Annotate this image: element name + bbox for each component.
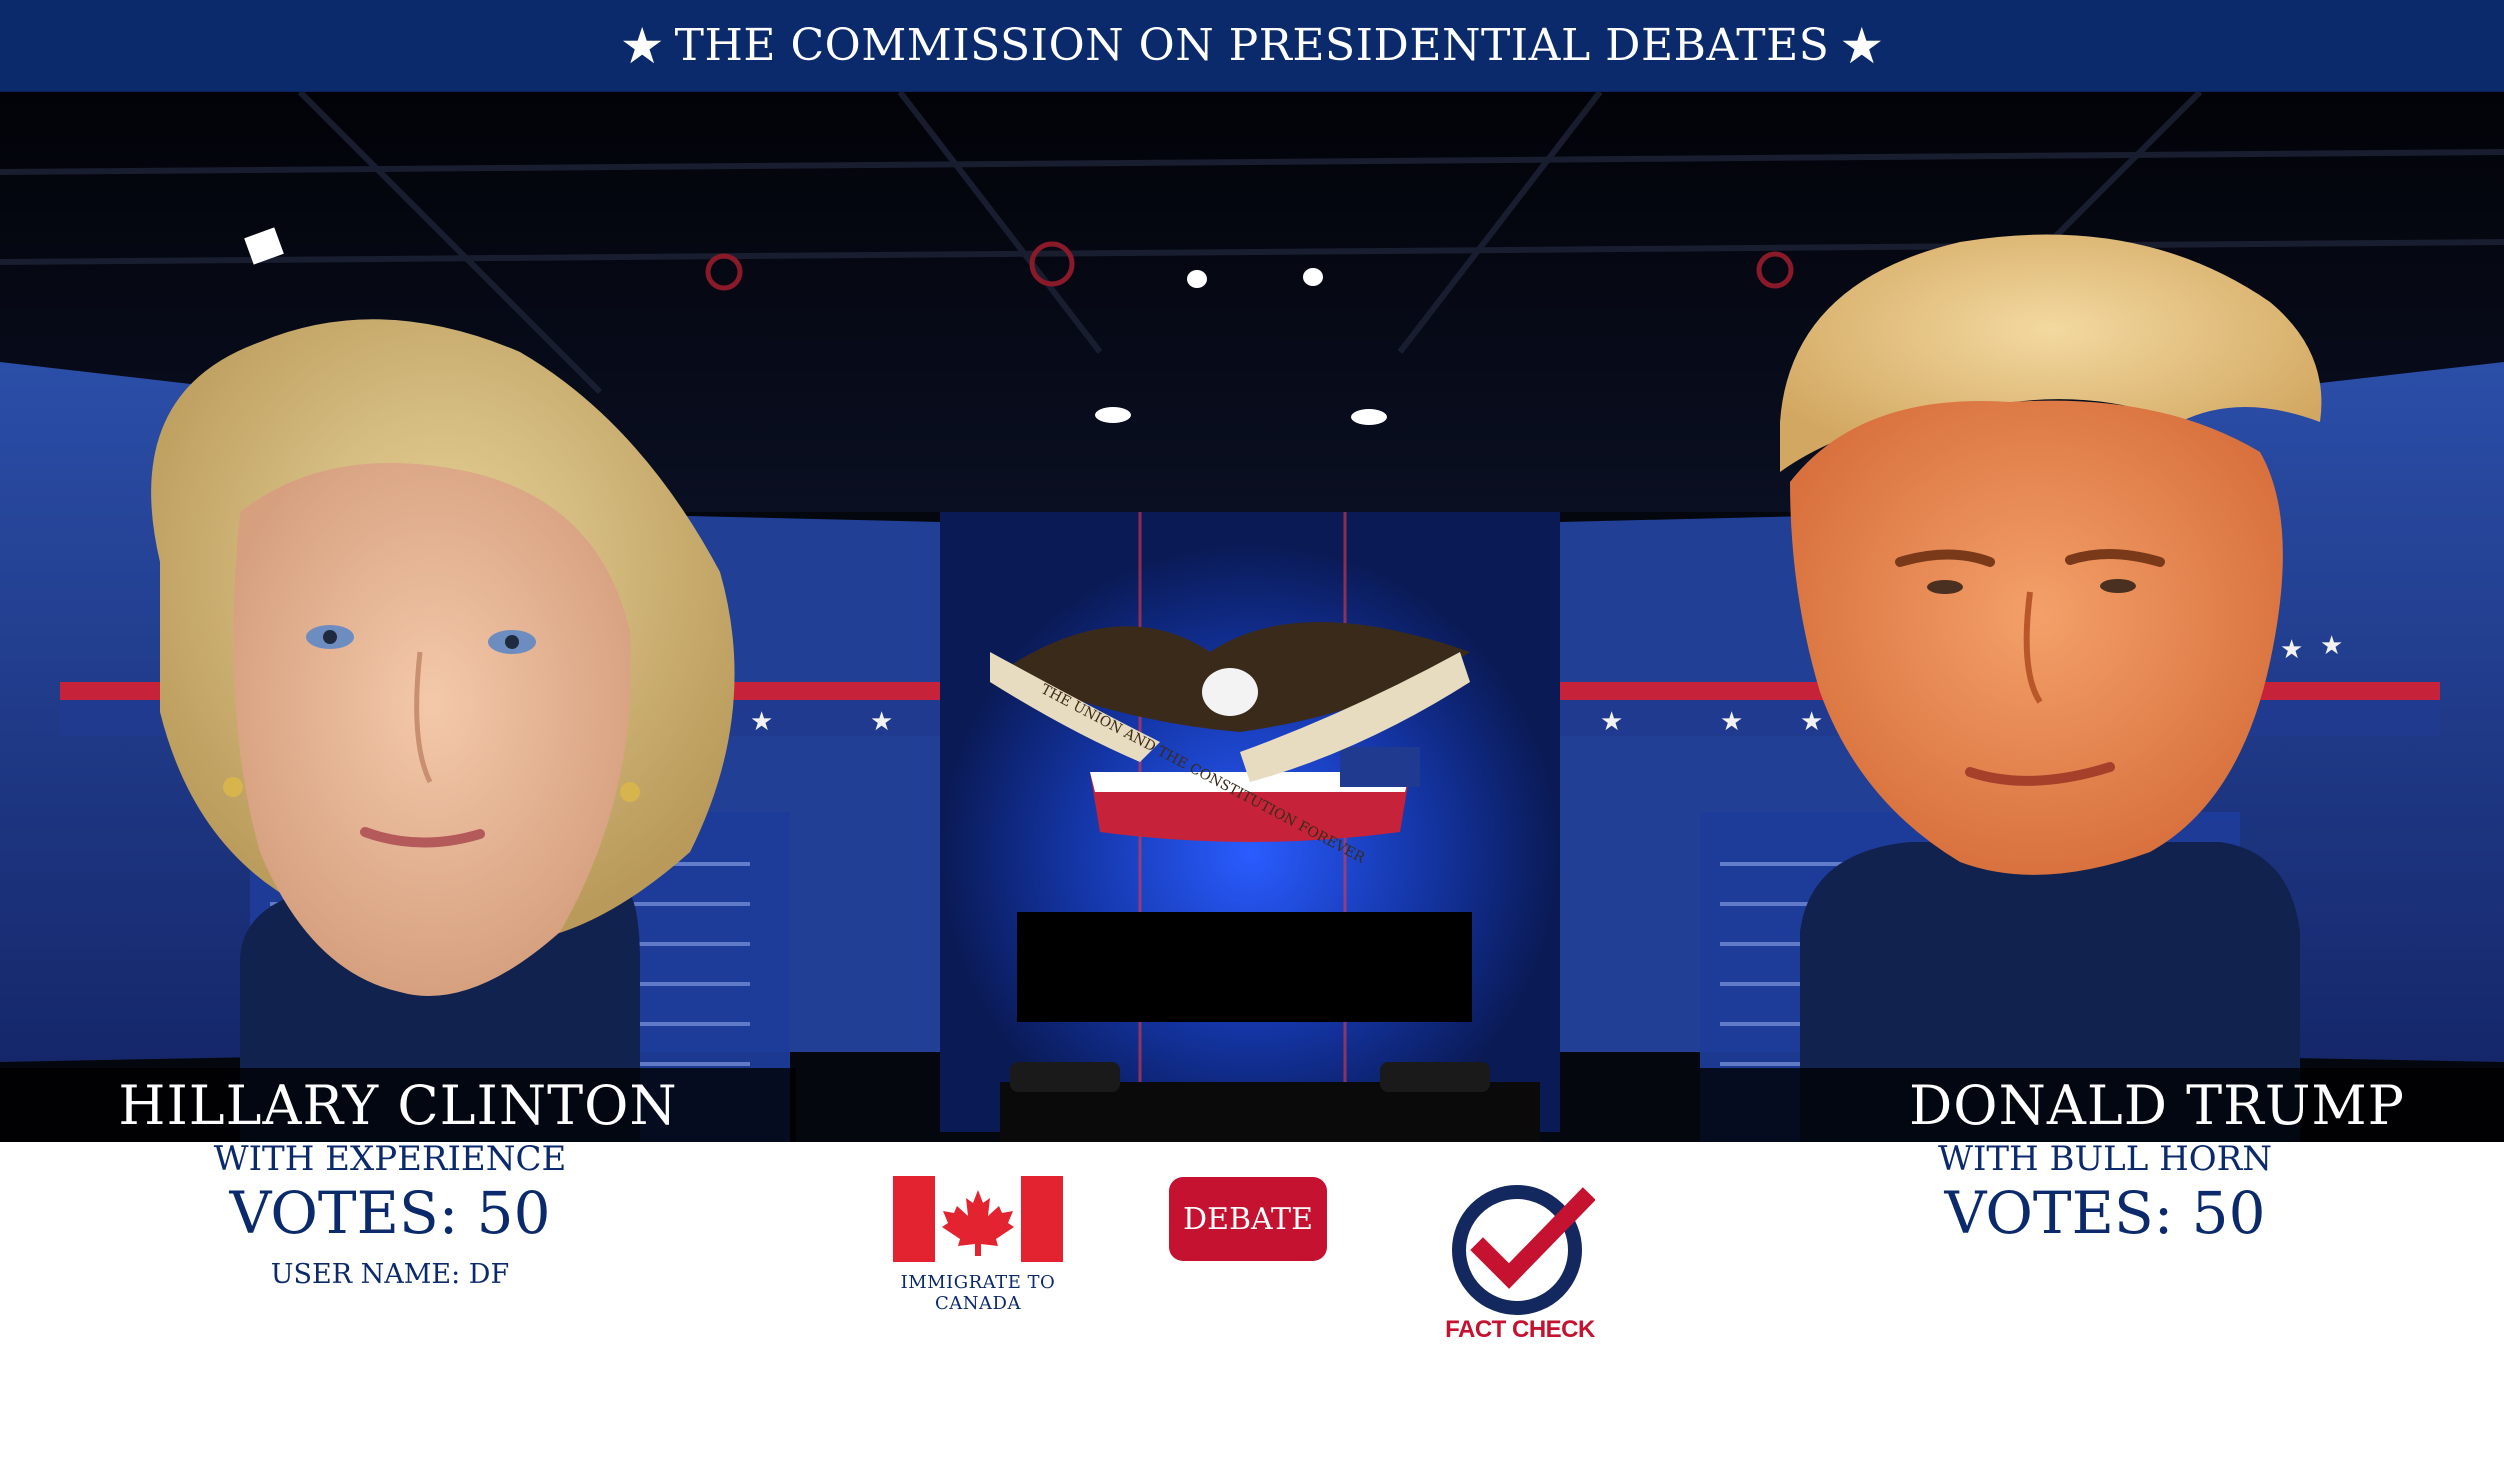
star-icon: ★ <box>619 16 665 75</box>
stage-backdrop-image: ★ ★ ★ ★ ★ ★ ★ ★ <box>0 92 2504 1142</box>
site-header: ★ THE COMMISSION ON PRESIDENTIAL DEBATES… <box>0 0 2504 92</box>
candidate-right-name: DONALD TRUMP <box>1909 1073 2405 1137</box>
immigrate-to-canada-button[interactable]: IMMIGRATE TO CANADA <box>860 1170 1096 1314</box>
candidate-left-name: HILLARY CLINTON <box>118 1073 678 1137</box>
candidate-left-votes: VOTES: 50 <box>229 1179 551 1247</box>
svg-text:★: ★ <box>870 707 893 737</box>
user-name-label: USER NAME: DF <box>270 1259 510 1290</box>
candidate-left-subtitle: WITH EXPERIENCE <box>213 1139 567 1179</box>
candidate-right-info: WITH BULL HORN VOTES: 50 <box>1905 1138 2305 1246</box>
candidate-right-name-bar: DONALD TRUMP <box>1700 1068 2504 1142</box>
candidate-left-info: WITH EXPERIENCE VOTES: 50 USER NAME: DF <box>190 1138 590 1294</box>
svg-text:★: ★ <box>2320 631 2343 661</box>
star-icon: ★ <box>1839 16 1885 75</box>
svg-text:★: ★ <box>750 707 773 737</box>
svg-text:★: ★ <box>2280 635 2303 665</box>
candidate-left-name-bar: HILLARY CLINTON <box>0 1068 796 1142</box>
candidate-right-subtitle: WITH BULL HORN <box>1938 1139 2272 1179</box>
debate-button[interactable]: DEBATE <box>1169 1177 1327 1261</box>
fact-check-icon <box>1452 1185 1595 1315</box>
debate-stage: ★ ★ ★ ★ ★ ★ ★ ★ <box>0 92 2504 1142</box>
fact-check-button[interactable]: FACT CHECK <box>1440 1178 1600 1343</box>
canada-caption: IMMIGRATE TO CANADA <box>900 1272 1056 1314</box>
candidate-right-portrait <box>1780 234 2322 1142</box>
svg-text:★: ★ <box>1720 707 1743 737</box>
svg-text:★: ★ <box>1800 707 1823 737</box>
candidate-right-votes: VOTES: 50 <box>1944 1179 2266 1247</box>
svg-text:★: ★ <box>1600 707 1623 737</box>
fact-check-caption: FACT CHECK <box>1445 1316 1595 1343</box>
canada-flag-icon <box>893 1176 1063 1262</box>
page-title: THE COMMISSION ON PRESIDENTIAL DEBATES <box>674 20 1830 71</box>
